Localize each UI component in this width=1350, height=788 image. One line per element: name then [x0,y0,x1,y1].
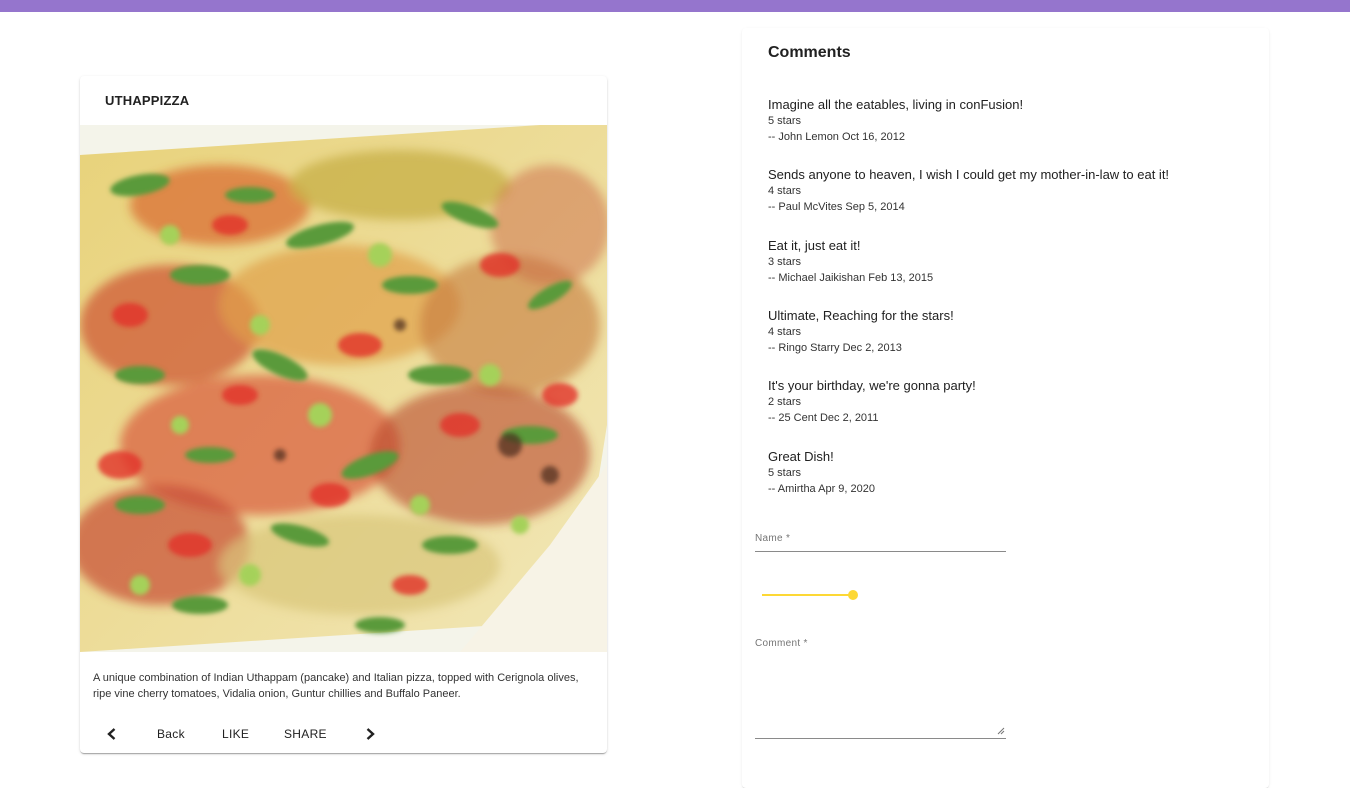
share-button[interactable]: SHARE [284,720,327,748]
dish-actions: Back LIKE SHARE [80,720,607,748]
comment-field[interactable]: Comment * [755,638,1006,739]
name-field[interactable]: Name * [755,533,1006,552]
like-button[interactable]: LIKE [222,720,249,748]
comment-author: -- Paul McVites Sep 5, 2014 [768,201,905,213]
comment-author: -- John Lemon Oct 16, 2012 [768,131,905,143]
comment-item: It's your birthday, we're gonna party! 2… [768,377,1248,426]
comment-text: Sends anyone to heaven, I wish I could g… [768,167,1170,182]
comment-rating: 5 stars [768,115,802,127]
resize-grip-icon[interactable] [997,727,1005,735]
comment-rating: 4 stars [768,185,802,197]
comment-item: Imagine all the eatables, living in conF… [768,96,1248,145]
dish-image [80,125,607,652]
comment-rating: 5 stars [768,467,802,479]
dish-card: UTHAPPIZZA A unique combination of India… [80,76,607,753]
comment-rating: 3 stars [768,256,802,268]
comment-author: -- Michael Jaikishan Feb 13, 2015 [768,272,934,284]
top-toolbar [0,0,1350,12]
comments-title: Comments [768,44,851,61]
chevron-right-icon[interactable] [363,727,377,741]
chevron-left-icon[interactable] [105,727,119,741]
comment-item: Ultimate, Reaching for the stars! 4 star… [768,307,1248,356]
comment-item: Sends anyone to heaven, I wish I could g… [768,166,1248,215]
comment-item: Eat it, just eat it! 3 stars -- Michael … [768,237,1248,286]
back-button[interactable]: Back [157,720,185,748]
slider-track [762,594,853,596]
comment-text: Imagine all the eatables, living in conF… [768,97,1024,112]
comment-rating: 4 stars [768,326,802,338]
comment-rating: 2 stars [768,396,802,408]
rating-slider[interactable] [762,588,858,602]
comment-author: -- 25 Cent Dec 2, 2011 [768,412,879,424]
comments-card: Comments Imagine all the eatables, livin… [742,28,1269,788]
dish-description: A unique combination of Indian Uthappam … [93,672,579,700]
slider-thumb[interactable] [848,590,858,600]
comment-author: -- Ringo Starry Dec 2, 2013 [768,342,902,354]
comment-item: Great Dish! 5 stars -- Amirtha Apr 9, 20… [768,448,1248,497]
comment-text: Great Dish! [768,449,834,464]
comment-text: Eat it, just eat it! [768,238,861,253]
comment-text: Ultimate, Reaching for the stars! [768,308,954,323]
name-field-label: Name * [755,533,791,544]
comment-field-label: Comment * [755,638,808,649]
comment-text: It's your birthday, we're gonna party! [768,378,976,393]
dish-title: UTHAPPIZZA [105,93,190,108]
comment-author: -- Amirtha Apr 9, 2020 [768,483,875,495]
